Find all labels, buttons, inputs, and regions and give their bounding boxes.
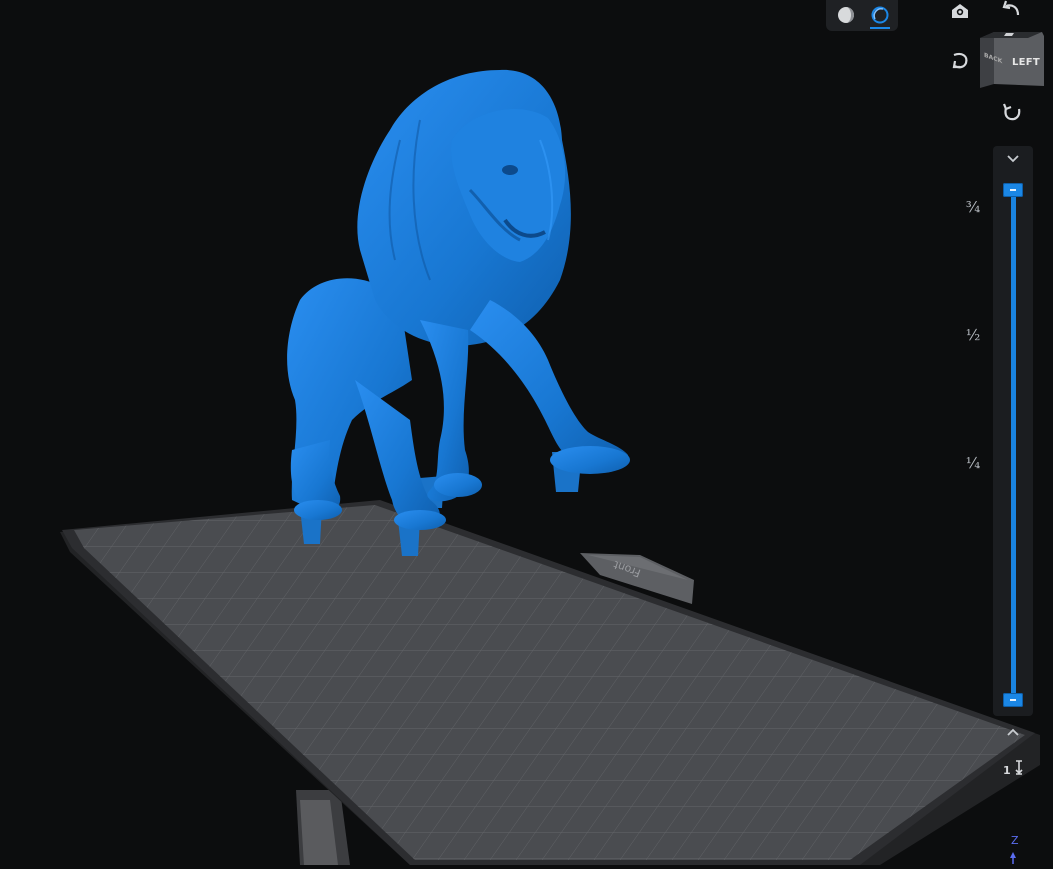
z-axis-label: Z xyxy=(1011,834,1019,847)
3d-viewport[interactable]: Front xyxy=(0,0,1053,865)
undo-arrow-icon xyxy=(1002,0,1020,16)
shaded-view-button[interactable] xyxy=(835,4,857,26)
view-mode-toggle xyxy=(826,0,898,31)
layer-tick-three-quarters: ¾ xyxy=(965,198,981,216)
shaded-sphere-icon xyxy=(838,7,854,23)
active-view-indicator xyxy=(870,27,890,29)
layer-height-button[interactable]: 1 xyxy=(1000,756,1028,784)
build-plate xyxy=(60,500,1040,865)
svg-text:1: 1 xyxy=(1003,764,1011,777)
layer-range-track[interactable] xyxy=(1011,194,1016,698)
view-cube[interactable] xyxy=(980,30,1046,92)
layer-top-handle[interactable] xyxy=(1003,183,1023,197)
camera-home-button[interactable] xyxy=(946,0,974,24)
view-cube-graphic xyxy=(980,32,1044,88)
rotate-right-icon xyxy=(1002,103,1021,121)
chevron-up-icon xyxy=(1007,728,1019,736)
layer-bottom-handle[interactable] xyxy=(1003,693,1023,707)
layer-step-up-button[interactable] xyxy=(1003,724,1023,738)
layer-tick-half: ½ xyxy=(965,326,981,344)
xray-view-button[interactable] xyxy=(869,4,891,26)
undo-view-button[interactable] xyxy=(998,0,1026,23)
rotate-right-button[interactable] xyxy=(998,98,1026,126)
chevron-down-icon xyxy=(1007,155,1019,163)
camera-home-icon xyxy=(952,4,968,18)
xray-sphere-icon xyxy=(871,6,889,24)
lion-model[interactable] xyxy=(287,69,630,556)
layer-step-down-button[interactable] xyxy=(1003,150,1023,164)
rotate-left-icon xyxy=(952,52,968,69)
layer-height-icon: 1 xyxy=(1003,760,1023,777)
scene-canvas: Front xyxy=(60,69,1040,865)
layer-tick-quarter: ¼ xyxy=(965,454,981,472)
rotate-left-button[interactable] xyxy=(946,46,974,74)
